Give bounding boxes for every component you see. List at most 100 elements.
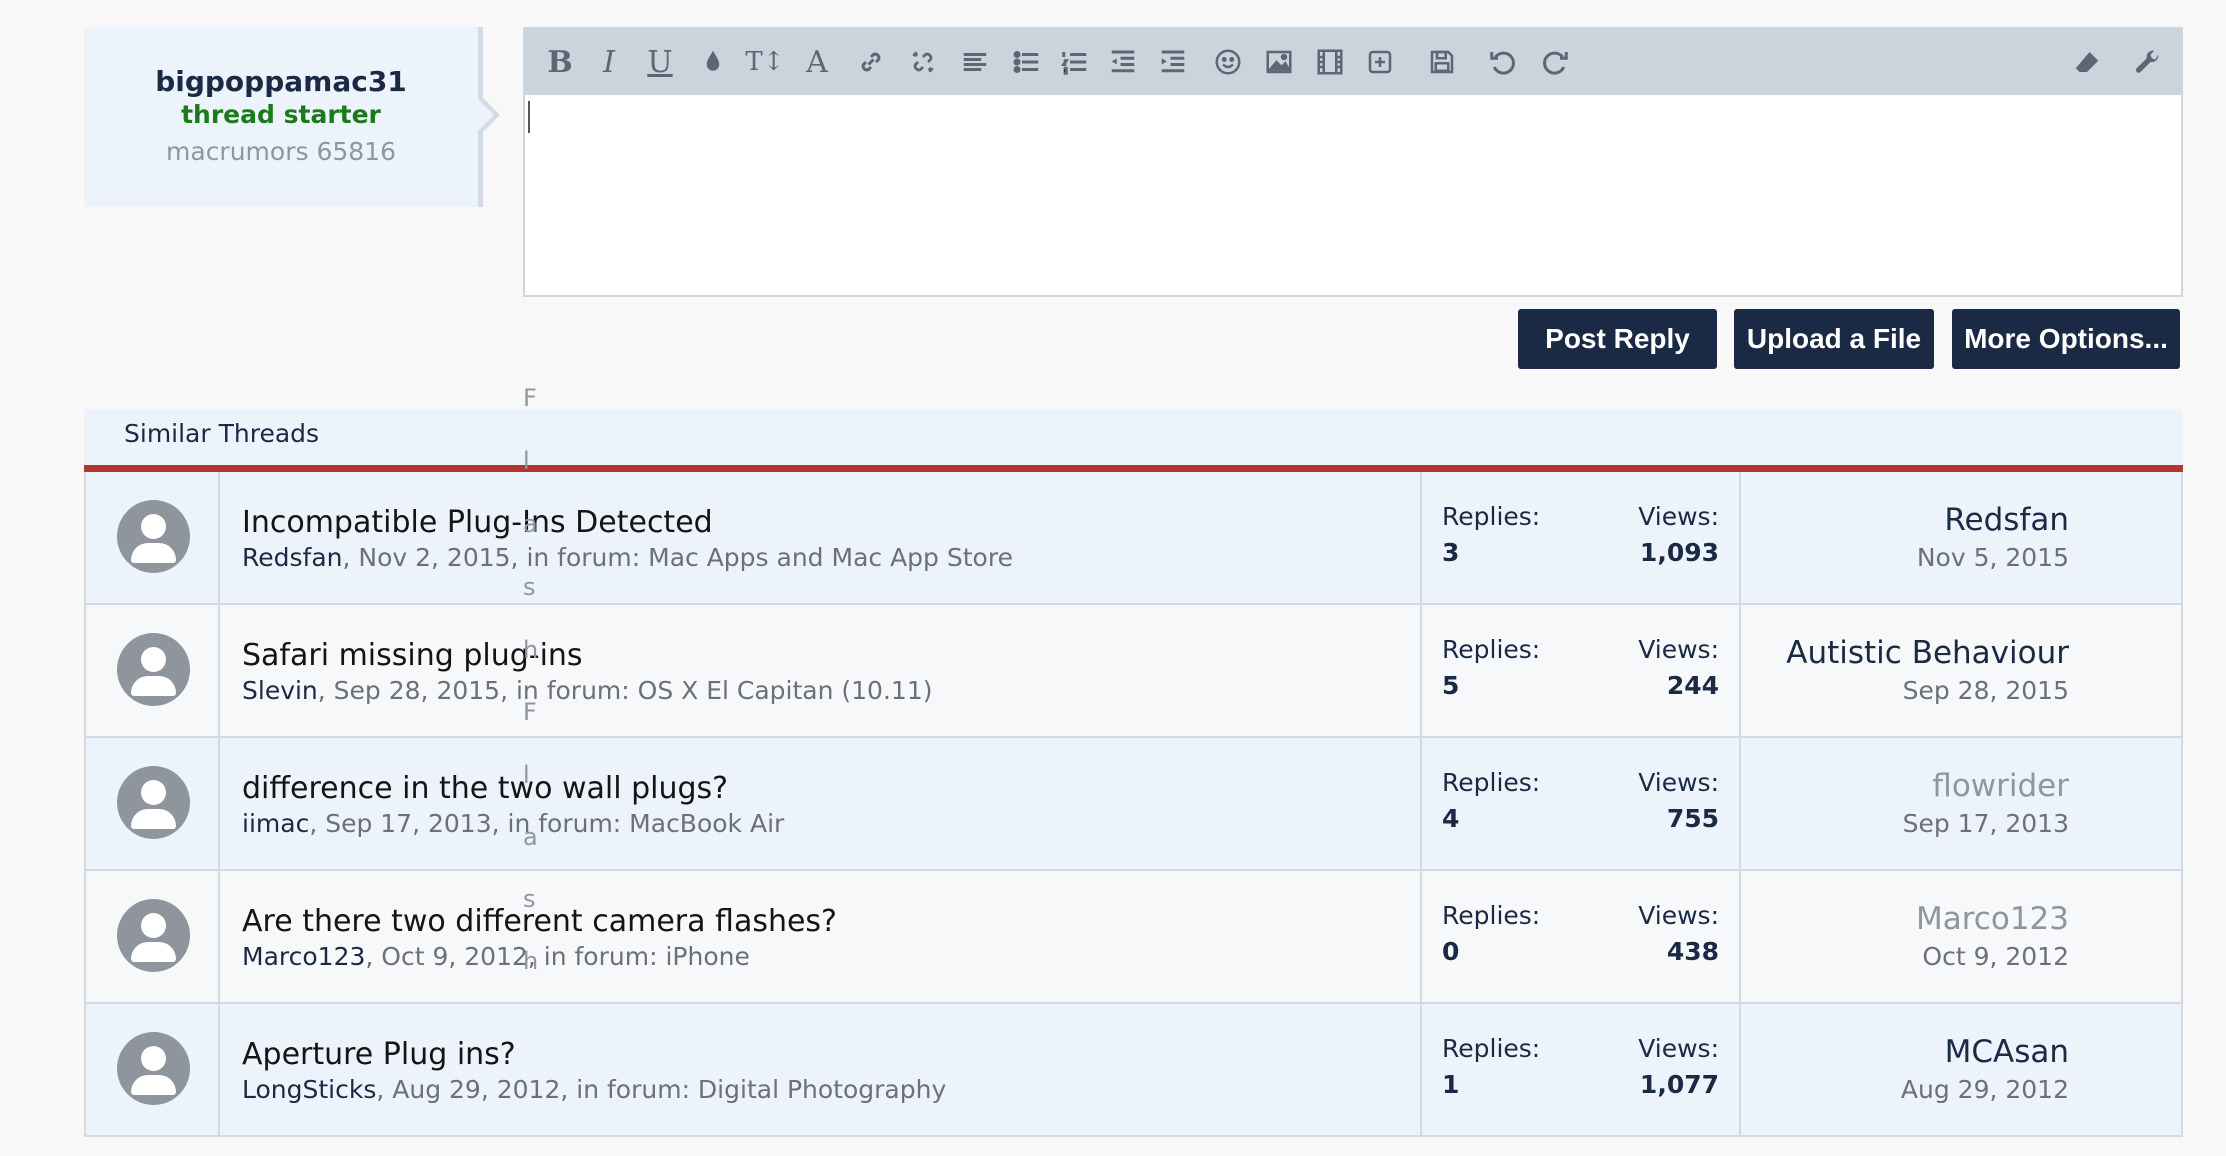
- thread-stats: Replies: 0 Views: 438: [1420, 871, 1741, 1002]
- thread-author[interactable]: iimac: [242, 809, 309, 838]
- insert-icon[interactable]: [1360, 43, 1400, 81]
- thread-row: Safari missing plug-ins Slevin, Sep 28, …: [84, 605, 2183, 738]
- thread-row: Aperture Plug ins? LongSticks, Aug 29, 2…: [84, 1004, 2183, 1137]
- font-size-icon[interactable]: T↕: [745, 43, 785, 81]
- thread-stats: Replies: 5 Views: 244: [1420, 605, 1741, 736]
- thread-author[interactable]: Marco123: [242, 942, 365, 971]
- underline-icon[interactable]: U: [640, 43, 680, 81]
- align-icon[interactable]: [955, 43, 995, 81]
- overlay-letter: a: [523, 823, 538, 851]
- overlay-letter: s: [523, 573, 536, 601]
- views-count: 244: [1666, 671, 1719, 700]
- last-post-date[interactable]: Nov 5, 2015: [1917, 543, 2069, 572]
- upload-file-button[interactable]: Upload a File: [1734, 309, 1934, 369]
- unlink-icon[interactable]: [903, 43, 943, 81]
- views-label: Views:: [1638, 502, 1719, 531]
- views-label: Views:: [1638, 768, 1719, 797]
- smilies-icon[interactable]: [1208, 43, 1248, 81]
- avatar[interactable]: [117, 500, 190, 573]
- thread-title[interactable]: Incompatible Plug-Ins Detected: [242, 505, 713, 540]
- thread-meta: LongSticks, Aug 29, 2012, in forum: Digi…: [242, 1075, 947, 1104]
- similar-threads-header: Similar Threads: [84, 409, 2183, 472]
- text-cursor: [528, 101, 530, 133]
- overlay-letter: h: [523, 636, 539, 664]
- undo-icon[interactable]: [1483, 43, 1523, 81]
- replies-count: 0: [1442, 937, 1460, 966]
- views-count: 1,077: [1639, 1070, 1719, 1099]
- indent-icon[interactable]: [1153, 43, 1193, 81]
- media-icon[interactable]: [1310, 43, 1350, 81]
- post-reply-button[interactable]: Post Reply: [1518, 309, 1717, 369]
- thread-author[interactable]: LongSticks: [242, 1075, 376, 1104]
- thread-stats: Replies: 1 Views: 1,077: [1420, 1004, 1741, 1135]
- replies-label: Replies:: [1442, 1034, 1541, 1063]
- avatar[interactable]: [117, 633, 190, 706]
- font-family-icon[interactable]: A: [797, 43, 837, 81]
- last-post-date[interactable]: Oct 9, 2012: [1922, 942, 2069, 971]
- more-options-button[interactable]: More Options...: [1952, 309, 2180, 369]
- username[interactable]: bigpoppamac31: [84, 65, 478, 98]
- views-count: 755: [1666, 804, 1719, 833]
- avatar[interactable]: [117, 1032, 190, 1105]
- replies-count: 1: [1442, 1070, 1460, 1099]
- thread-stats: Replies: 3 Views: 1,093: [1420, 472, 1741, 603]
- thread-row: Are there two different camera flashes? …: [84, 871, 2183, 1004]
- italic-icon[interactable]: I: [589, 43, 629, 81]
- views-count: 1,093: [1639, 538, 1719, 567]
- thread-row: Incompatible Plug-Ins Detected Redsfan, …: [84, 472, 2183, 605]
- overlay-letter: l: [523, 761, 530, 789]
- text-color-icon[interactable]: [693, 43, 733, 81]
- thread-meta: Redsfan, Nov 2, 2015, in forum: Mac Apps…: [242, 543, 1013, 572]
- replies-label: Replies:: [1442, 768, 1541, 797]
- redo-icon[interactable]: [1535, 43, 1575, 81]
- overlay-letter: F: [523, 384, 537, 412]
- remove-formatting-icon[interactable]: [2067, 43, 2107, 81]
- thread-title[interactable]: Aperture Plug ins?: [242, 1037, 516, 1072]
- overlay-letter: a: [523, 510, 538, 538]
- views-label: Views:: [1638, 635, 1719, 664]
- replies-label: Replies:: [1442, 635, 1541, 664]
- similar-threads-list: Incompatible Plug-Ins Detected Redsfan, …: [84, 472, 2183, 1137]
- last-post-date[interactable]: Sep 17, 2013: [1903, 809, 2069, 838]
- reply-editor[interactable]: B I U T↕ A: [523, 27, 2183, 297]
- replies-count: 3: [1442, 538, 1460, 567]
- outdent-icon[interactable]: [1103, 43, 1143, 81]
- user-title: macrumors 65816: [166, 137, 396, 166]
- last-post-user[interactable]: flowrider: [1932, 768, 2069, 804]
- last-post-date[interactable]: Aug 29, 2012: [1901, 1075, 2069, 1104]
- wrench-icon[interactable]: [2128, 43, 2168, 81]
- save-draft-icon[interactable]: [1422, 43, 1462, 81]
- user-role: thread starter: [181, 100, 381, 129]
- thread-meta: iimac, Sep 17, 2013, in forum: MacBook A…: [242, 809, 785, 838]
- last-post-user[interactable]: MCAsan: [1945, 1034, 2069, 1070]
- views-label: Views:: [1638, 901, 1719, 930]
- views-count: 438: [1666, 937, 1719, 966]
- replies-count: 5: [1442, 671, 1460, 700]
- bold-icon[interactable]: B: [540, 43, 580, 81]
- avatar[interactable]: [117, 766, 190, 839]
- replies-label: Replies:: [1442, 901, 1541, 930]
- replies-count: 4: [1442, 804, 1460, 833]
- avatar[interactable]: [117, 899, 190, 972]
- user-card: bigpoppamac31 thread starter macrumors 6…: [84, 27, 500, 207]
- views-label: Views:: [1638, 1034, 1719, 1063]
- last-post-user[interactable]: Marco123: [1916, 901, 2069, 937]
- thread-author[interactable]: Slevin: [242, 676, 318, 705]
- thread-stats: Replies: 4 Views: 755: [1420, 738, 1741, 869]
- thread-row: difference in the two wall plugs? iimac,…: [84, 738, 2183, 871]
- overlay-letter: F: [523, 698, 537, 726]
- overlay-letter: l: [523, 447, 530, 475]
- last-post-user[interactable]: Redsfan: [1944, 502, 2069, 538]
- replies-label: Replies:: [1442, 502, 1541, 531]
- bullet-list-icon[interactable]: [1007, 43, 1047, 81]
- overlay-letter: h: [523, 947, 539, 975]
- thread-title[interactable]: Are there two different camera flashes?: [242, 904, 837, 939]
- thread-author[interactable]: Redsfan: [242, 543, 343, 572]
- numbered-list-icon[interactable]: [1055, 43, 1095, 81]
- image-icon[interactable]: [1259, 43, 1299, 81]
- similar-threads-heading: Similar Threads: [124, 419, 320, 448]
- thread-title[interactable]: difference in the two wall plugs?: [242, 771, 728, 806]
- last-post-user[interactable]: Autistic Behaviour: [1786, 635, 2069, 671]
- last-post-date[interactable]: Sep 28, 2015: [1903, 676, 2069, 705]
- link-icon[interactable]: [851, 43, 891, 81]
